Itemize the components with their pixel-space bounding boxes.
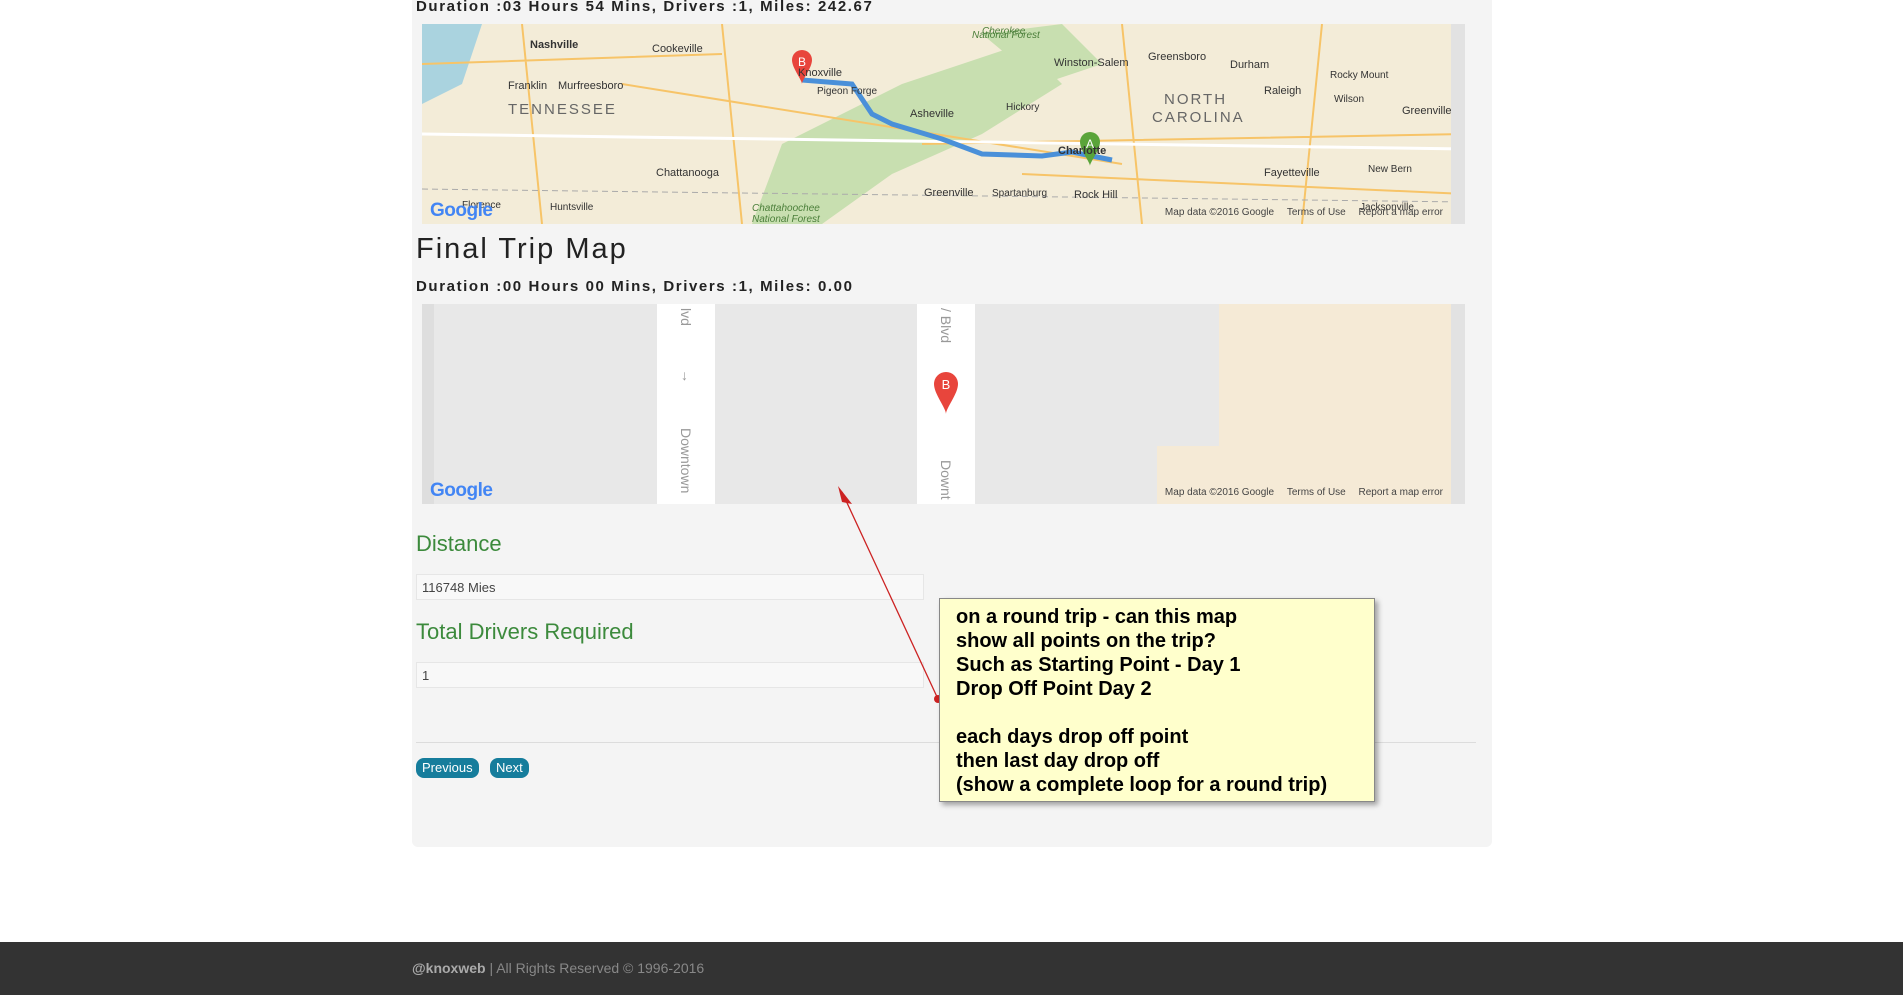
svg-text:lvd: lvd xyxy=(678,308,694,326)
svg-text:Murfreesboro: Murfreesboro xyxy=(558,80,623,92)
final-trip-map-title: Final Trip Map xyxy=(416,233,628,265)
svg-text:Franklin: Franklin xyxy=(508,80,547,92)
svg-text:Cookeville: Cookeville xyxy=(652,43,703,55)
svg-text:Raleigh: Raleigh xyxy=(1264,85,1301,97)
route-map-footer: Map data ©2016 Google Terms of Use Repor… xyxy=(1164,207,1443,218)
svg-text:NORTH: NORTH xyxy=(1164,91,1227,108)
terms-link[interactable]: Terms of Use xyxy=(1287,487,1346,498)
google-logo: Google xyxy=(430,480,493,501)
svg-text:Knoxville: Knoxville xyxy=(798,67,842,79)
svg-text:Downtown: Downtown xyxy=(678,428,694,493)
report-error-link[interactable]: Report a map error xyxy=(1359,207,1443,218)
drivers-label: Total Drivers Required xyxy=(416,619,634,644)
svg-text:Nashville: Nashville xyxy=(530,39,578,51)
svg-text:TENNESSEE: TENNESSEE xyxy=(508,101,617,118)
final-map-footer: Map data ©2016 Google Terms of Use Repor… xyxy=(1164,487,1443,498)
distance-label: Distance xyxy=(416,531,502,556)
final-map[interactable]: lvd ↓ Downtown / Blvd Downt B Google Map… xyxy=(422,304,1465,504)
svg-text:Downt: Downt xyxy=(938,460,954,500)
terms-link[interactable]: Terms of Use xyxy=(1287,207,1346,218)
svg-text:Huntsville: Huntsville xyxy=(550,202,594,213)
next-button[interactable]: Next xyxy=(490,758,529,778)
previous-button[interactable]: Previous xyxy=(416,758,479,778)
brand-link[interactable]: @knoxweb xyxy=(412,960,486,976)
google-logo: Google xyxy=(430,200,493,221)
svg-text:Pigeon Forge: Pigeon Forge xyxy=(817,86,877,97)
svg-text:New Bern: New Bern xyxy=(1368,164,1412,175)
final-duration: Duration :00 Hours 00 Mins, Drivers :1, … xyxy=(416,278,854,295)
svg-text:/ Blvd: / Blvd xyxy=(938,308,954,343)
route-map-scrollbar[interactable] xyxy=(1451,24,1465,224)
route-map-canvas: A B Nashville Cookeville Knoxville Pigeo… xyxy=(422,24,1465,224)
svg-text:Greensboro: Greensboro xyxy=(1148,51,1206,63)
svg-text:Greenville: Greenville xyxy=(1402,105,1452,117)
svg-text:Spartanburg: Spartanburg xyxy=(992,188,1047,199)
annotation-note: on a round trip - can this map show all … xyxy=(939,598,1375,802)
report-error-link[interactable]: Report a map error xyxy=(1359,487,1443,498)
svg-text:Rock Hill: Rock Hill xyxy=(1074,189,1117,201)
route-map[interactable]: A B Nashville Cookeville Knoxville Pigeo… xyxy=(422,24,1465,224)
page-footer: @knoxweb | All Rights Reserved © 1996-20… xyxy=(0,942,1903,995)
svg-text:Wilson: Wilson xyxy=(1334,94,1364,105)
distance-field[interactable]: 116748 Mies xyxy=(416,574,924,600)
svg-text:Asheville: Asheville xyxy=(910,108,954,120)
svg-text:Fayetteville: Fayetteville xyxy=(1264,167,1320,179)
route-duration: Duration :03 Hours 54 Mins, Drivers :1, … xyxy=(416,0,874,15)
svg-text:Winston-Salem: Winston-Salem xyxy=(1054,57,1129,69)
svg-text:Rocky Mount: Rocky Mount xyxy=(1330,70,1389,81)
drivers-field[interactable]: 1 xyxy=(416,662,924,688)
svg-text:National Forest: National Forest xyxy=(752,214,821,224)
svg-text:Chattanooga: Chattanooga xyxy=(656,167,720,179)
final-map-canvas: lvd ↓ Downtown / Blvd Downt B xyxy=(422,304,1465,504)
svg-text:Durham: Durham xyxy=(1230,59,1269,71)
svg-text:CAROLINA: CAROLINA xyxy=(1152,109,1245,126)
svg-text:B: B xyxy=(942,377,951,392)
svg-text:National Forest: National Forest xyxy=(972,30,1041,41)
svg-text:Chattahoochee: Chattahoochee xyxy=(752,203,820,214)
svg-text:Greenville: Greenville xyxy=(924,187,974,199)
svg-text:Hickory: Hickory xyxy=(1006,102,1039,113)
svg-text:↓: ↓ xyxy=(681,367,688,383)
final-map-scrollbar[interactable] xyxy=(1451,304,1465,504)
svg-text:Charlotte: Charlotte xyxy=(1058,145,1106,157)
